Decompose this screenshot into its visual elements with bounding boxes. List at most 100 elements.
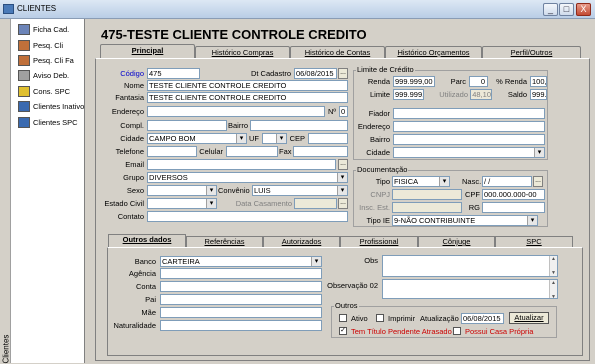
contato-field[interactable] (147, 211, 348, 222)
obs2-scrollbar[interactable]: ▲ ▼ (549, 280, 557, 300)
agencia-field[interactable] (160, 268, 322, 279)
mae-field[interactable] (160, 307, 322, 318)
codigo-field[interactable]: 475 (147, 68, 200, 79)
bairro-label: Bairro (228, 121, 249, 130)
data-casamento-field[interactable] (294, 198, 337, 209)
limite-field[interactable]: 999.999, (393, 89, 424, 100)
banco-select[interactable]: CARTEIRA (160, 256, 322, 267)
maximize-button[interactable]: □ (559, 3, 574, 16)
dt-cadastro-field[interactable]: 06/08/2015 (294, 68, 337, 79)
sidebar-item-1[interactable]: Pesq. Cli (18, 38, 63, 52)
page-title: 475-TESTE CLIENTE CONTROLE CREDITO (101, 27, 367, 42)
dt-cadastro-picker-button[interactable]: ... (338, 68, 348, 79)
sidebar-item-0[interactable]: Ficha Cad. (18, 22, 69, 36)
tab-historico-contas[interactable]: Histórico de Contas (290, 46, 385, 58)
grupo-select[interactable]: DIVERSOS (147, 172, 348, 183)
spc-icon (18, 85, 30, 97)
obs2-memo[interactable]: ▲ ▼ (382, 279, 558, 300)
insc-est-field[interactable] (392, 202, 462, 213)
cnpj-field[interactable] (392, 189, 462, 200)
fax-field[interactable] (293, 146, 348, 157)
numero-field[interactable]: 0 (339, 106, 348, 117)
tipo-select[interactable]: FISICA (392, 176, 450, 187)
fantasia-field[interactable]: TESTE CLIENTE CONTROLE CREDITO (147, 92, 348, 103)
saldo-field[interactable]: 999.950, (530, 89, 547, 100)
fiador-cidade-select[interactable] (393, 147, 545, 158)
rg-label: RG (468, 203, 480, 212)
ativo-checkbox[interactable] (339, 314, 347, 322)
email-field[interactable] (147, 159, 336, 170)
obs-scrollbar[interactable]: ▲ ▼ (549, 256, 557, 276)
numero-label: Nº (328, 107, 337, 116)
tab-perfil-outros[interactable]: Perfil/Outros (482, 46, 581, 58)
nome-label: Nome (123, 81, 144, 90)
compl-field[interactable] (147, 120, 227, 131)
tab-outros-dados[interactable]: Outros dados (108, 234, 186, 247)
sidebar-item-label: Pesq. Cli (33, 40, 64, 50)
bairro-field[interactable] (250, 120, 348, 131)
renda-label: Renda (367, 77, 390, 86)
email-button[interactable]: ... (338, 159, 348, 170)
obs-memo[interactable]: ▲ ▼ (382, 255, 558, 277)
insc-est-label: Insc. Est. (359, 203, 390, 212)
tab-autorizados[interactable]: Autorizados (263, 236, 340, 247)
limite-label: Limite (369, 90, 390, 99)
percent-renda-field[interactable]: 100,00 (530, 76, 547, 87)
cep-field[interactable] (308, 133, 348, 144)
uf-label: UF (249, 134, 259, 143)
sidebar-item-3[interactable]: Aviso Deb. (18, 68, 69, 82)
uf-select[interactable] (262, 133, 287, 144)
tab-conjuge[interactable]: Cônjuge (418, 236, 495, 247)
estado-civil-label: Estado Civil (104, 199, 144, 208)
tab-historico-orcamentos[interactable]: Histórico Orçamentos (385, 46, 482, 58)
atualizar-button[interactable]: Atualizar (509, 312, 549, 324)
sexo-select[interactable] (147, 185, 217, 196)
fiador-cidade-label: Cidade (366, 148, 390, 157)
sidebar-item-label: Cons. SPC (33, 86, 71, 96)
nome-field[interactable]: TESTE CLIENTE CONTROLE CREDITO (147, 80, 348, 91)
cidade-select[interactable]: CAMPO BOM (147, 133, 247, 144)
fiador-bairro-field[interactable] (393, 134, 545, 145)
atualizacao-field[interactable]: 06/08/2015 (461, 313, 504, 324)
telefone-field[interactable] (147, 146, 197, 157)
minimize-button[interactable]: _ (543, 3, 558, 16)
obs-label: Obs (364, 256, 378, 265)
naturalidade-field[interactable] (160, 320, 322, 331)
estado-civil-select[interactable] (147, 198, 217, 209)
celular-field[interactable] (226, 146, 278, 157)
sidebar-item-2[interactable]: Pesq. Cli Fa (18, 53, 74, 67)
imprimir-checkbox[interactable] (376, 314, 384, 322)
tipo-label: Tipo (375, 177, 390, 186)
renda-field[interactable]: 999.999,00 (393, 76, 435, 87)
cpf-field[interactable]: 000.000.000-00 (482, 189, 545, 200)
fiador-field[interactable] (393, 108, 545, 119)
banco-label: Banco (134, 257, 156, 266)
sidebar-item-5[interactable]: Clientes Inativo (18, 99, 84, 113)
nasc-field[interactable]: / / (482, 176, 532, 187)
fiador-endereco-field[interactable] (393, 121, 545, 132)
sidebar-item-4[interactable]: Cons. SPC (18, 84, 70, 98)
tab-profissional[interactable]: Profissional (340, 236, 418, 247)
tab-spc[interactable]: SPC (495, 236, 573, 247)
casa-propria-checkbox[interactable] (453, 327, 461, 335)
parc-field[interactable]: 0 (469, 76, 488, 87)
tipo-ie-select[interactable]: 9-NÃO CONTRIBUINTE (392, 215, 538, 226)
tab-principal[interactable]: Principal (100, 44, 195, 58)
nasc-picker-button[interactable]: ... (533, 176, 543, 187)
tab-referencias[interactable]: Referências (186, 236, 263, 247)
atualizacao-label: Atualização (420, 314, 459, 323)
pai-field[interactable] (160, 294, 322, 305)
tab-historico-compras[interactable]: Histórico Compras (195, 46, 290, 58)
convenio-select[interactable]: LUIS (252, 185, 348, 196)
rg-field[interactable] (482, 202, 545, 213)
sidebar-item-6[interactable]: Clientes SPC (18, 115, 78, 129)
close-button[interactable]: X (576, 3, 591, 16)
conta-field[interactable] (160, 281, 322, 292)
endereco-field[interactable] (147, 106, 325, 117)
data-casamento-picker-button[interactable]: ... (338, 198, 348, 209)
imprimir-label: Imprimir (388, 314, 416, 323)
pendente-checkbox[interactable]: ✓ (339, 327, 347, 335)
list-icon (18, 116, 30, 128)
documentacao-title: Documentação (356, 165, 409, 174)
utilizado-field[interactable]: 48,10 (470, 89, 492, 100)
